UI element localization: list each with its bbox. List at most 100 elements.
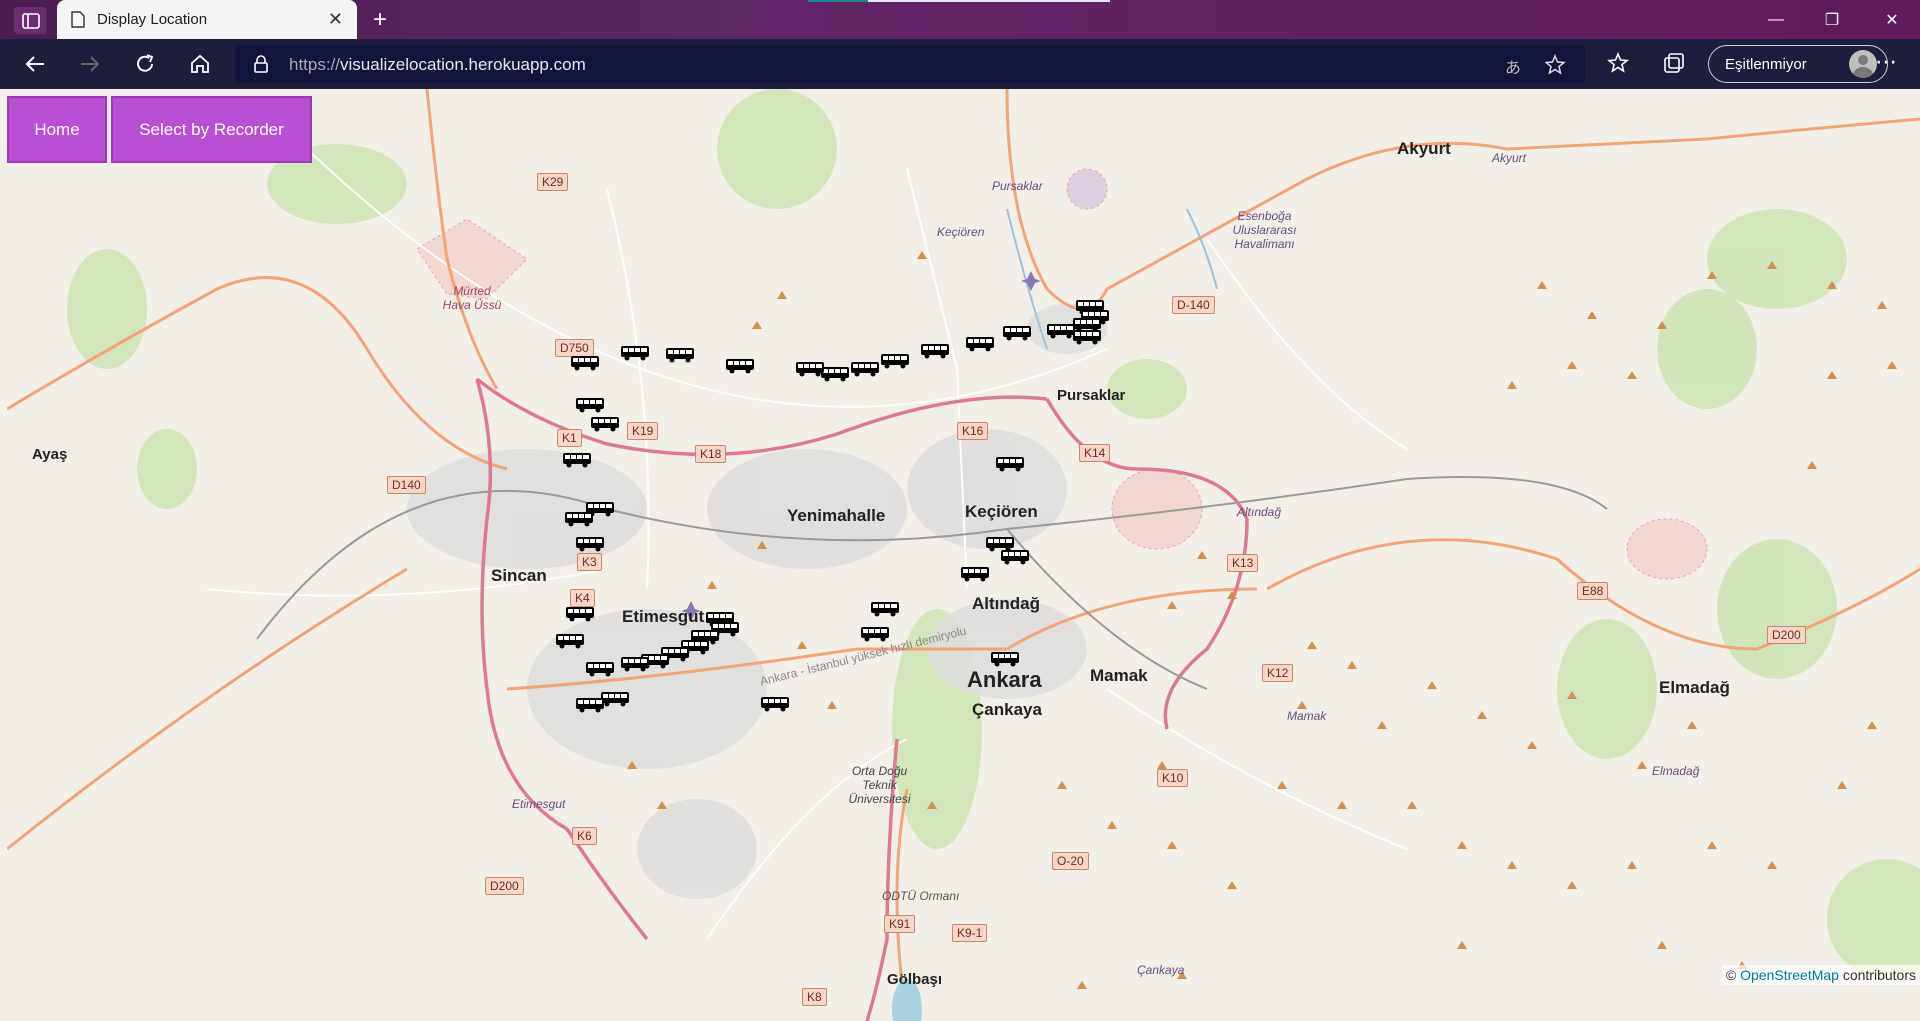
bus-marker-icon[interactable] (564, 510, 594, 528)
favorite-add-icon[interactable] (1545, 54, 1567, 76)
close-tab-icon[interactable]: ✕ (328, 9, 343, 30)
map-label: Elmadağ (1652, 764, 1700, 778)
tab-actions-icon (21, 12, 40, 29)
openstreetmap-link[interactable]: OpenStreetMap (1740, 967, 1839, 983)
map-label: Akyurt (1492, 151, 1527, 165)
road-shield: E88 (1577, 582, 1609, 600)
bus-marker-icon[interactable] (585, 660, 615, 678)
address-bar[interactable]: https://visualizelocation.herokuapp.com … (235, 45, 1585, 83)
select-by-recorder-button[interactable]: Select by Recorder (111, 96, 312, 163)
bus-marker-icon[interactable] (760, 695, 790, 713)
bus-marker-icon[interactable] (1072, 328, 1102, 346)
attribution-suffix: contributors (1842, 967, 1916, 983)
bus-marker-icon[interactable] (1000, 548, 1030, 566)
road-shield: K13 (1227, 554, 1259, 572)
bus-marker-icon[interactable] (850, 360, 880, 378)
map-label: Keçiören (937, 225, 985, 239)
bus-marker-icon[interactable] (870, 600, 900, 618)
close-window-button[interactable]: ✕ (1864, 0, 1920, 39)
tab-title: Display Location (97, 11, 208, 28)
map-view[interactable]: Akyurt Akyurt Pursaklar Keçiören Esenboğ… (7, 89, 1920, 1021)
map-label: Esenboğa Uluslararası Havalimanı (1232, 209, 1297, 251)
bus-marker-icon[interactable] (1002, 324, 1032, 342)
page-icon (71, 11, 85, 28)
road-shield: D200 (485, 877, 524, 895)
nav-buttons: Home Select by Recorder (7, 96, 312, 163)
map-label: Çankaya (972, 700, 1042, 719)
bus-marker-icon[interactable] (725, 357, 755, 375)
bus-marker-icon[interactable] (795, 360, 825, 378)
forward-button[interactable] (74, 48, 106, 80)
map-label: Altındağ (1237, 505, 1282, 519)
home-nav-button[interactable]: Home (7, 96, 107, 163)
map-label: Sincan (491, 566, 547, 585)
bus-marker-icon[interactable] (965, 335, 995, 353)
bus-marker-icon[interactable] (860, 625, 890, 643)
map-label: Yenimahalle (787, 506, 886, 525)
tab-display-location[interactable]: Display Location ✕ (57, 0, 357, 39)
minimize-button[interactable]: — (1748, 0, 1804, 39)
tab-actions-button[interactable] (14, 7, 47, 34)
bus-marker-icon[interactable] (570, 354, 600, 372)
road-shield: K16 (957, 422, 989, 440)
lock-icon (254, 55, 268, 73)
bus-marker-icon[interactable] (880, 352, 910, 370)
profile-button[interactable]: Eşitlenmiyor (1708, 45, 1888, 83)
settings-more-icon[interactable]: ⋯ (1875, 49, 1897, 75)
bus-marker-icon[interactable] (665, 346, 695, 364)
translate-icon[interactable]: あ (1505, 54, 1521, 78)
map-label: Altındağ (972, 594, 1040, 613)
copyright-symbol: © (1725, 967, 1737, 983)
bus-marker-icon[interactable] (995, 455, 1025, 473)
bus-marker-icon[interactable] (990, 650, 1020, 668)
road-shield: D-140 (1172, 296, 1215, 314)
road-shield: K1 (557, 429, 582, 447)
map-label: Keçiören (965, 502, 1038, 521)
map-label: Mürted Hava Üssü (442, 284, 502, 312)
road-shield: K8 (802, 988, 827, 1006)
map-label: Gölbaşı (887, 971, 943, 988)
road-shield: K3 (577, 553, 602, 571)
map-label: Çankaya (1137, 963, 1185, 977)
map-label: Etimesgut (512, 797, 566, 811)
collections-icon[interactable] (1662, 52, 1686, 76)
restore-button[interactable]: ❐ (1804, 0, 1860, 39)
bus-marker-icon[interactable] (620, 655, 650, 673)
favorites-icon[interactable] (1607, 52, 1631, 76)
title-bar: Display Location ✕ + — ❐ ✕ (0, 0, 1920, 39)
road-shield: K19 (627, 422, 659, 440)
map-label: Akyurt (1397, 139, 1451, 158)
road-shield: K91 (884, 915, 916, 933)
map-attribution: © OpenStreetMap contributors (1721, 965, 1920, 985)
bus-marker-icon[interactable] (565, 605, 595, 623)
bus-marker-icon[interactable] (555, 632, 585, 650)
map-label: Orta Doğu Teknik Üniversitesi (848, 764, 911, 806)
home-icon (191, 54, 209, 73)
map-label: Ankara (967, 667, 1042, 692)
bus-marker-icon[interactable] (960, 565, 990, 583)
url-protocol: https:// (289, 55, 341, 74)
bus-marker-icon[interactable] (575, 396, 605, 414)
new-tab-button[interactable]: + (364, 4, 396, 36)
road-shield: K10 (1157, 769, 1189, 787)
forward-arrow-icon (81, 56, 100, 72)
refresh-button[interactable] (129, 48, 161, 80)
bus-marker-icon[interactable] (562, 451, 592, 469)
browser-toolbar: https://visualizelocation.herokuapp.com … (0, 39, 1920, 89)
refresh-icon (137, 54, 154, 72)
map-label: Etimesgut (622, 607, 705, 626)
profile-sync-status: Eşitlenmiyor (1725, 55, 1807, 73)
map-label: Ayaş (32, 446, 68, 463)
home-button[interactable] (184, 48, 216, 80)
road-shield: D140 (387, 476, 426, 494)
bus-marker-icon[interactable] (590, 415, 620, 433)
road-shield: D200 (1767, 626, 1806, 644)
bus-marker-icon[interactable] (575, 696, 605, 714)
avatar (1849, 50, 1877, 78)
back-arrow-icon (25, 56, 44, 72)
bus-marker-icon[interactable] (920, 342, 950, 360)
back-button[interactable] (19, 48, 51, 80)
bus-marker-icon[interactable] (575, 535, 605, 553)
bus-marker-icon[interactable] (620, 344, 650, 362)
url-text: https://visualizelocation.herokuapp.com (289, 55, 586, 75)
